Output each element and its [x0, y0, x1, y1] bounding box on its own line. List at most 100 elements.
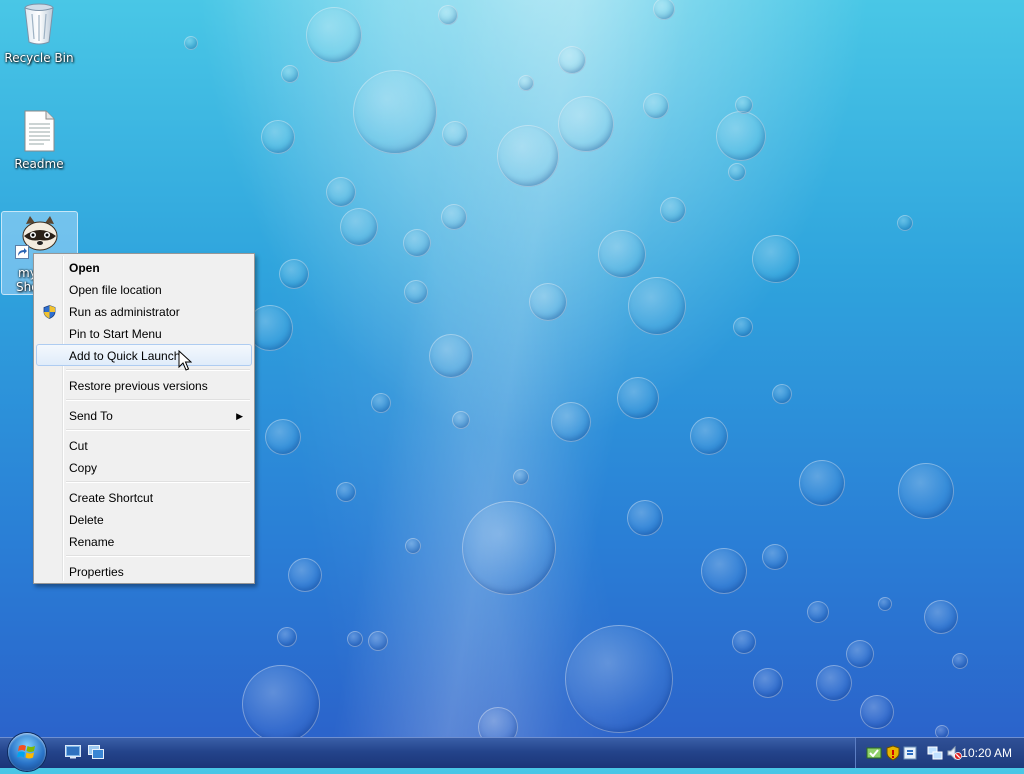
context-menu: Open Open file location Run as administr…: [33, 253, 255, 584]
recycle-bin-icon: [24, 3, 54, 45]
menu-item-label: Restore previous versions: [69, 379, 208, 393]
bubble: [281, 65, 299, 83]
menu-item-label: Rename: [69, 535, 115, 549]
menu-item-delete[interactable]: Delete: [36, 508, 252, 530]
bubble: [799, 460, 845, 506]
bubble: [558, 96, 614, 152]
menu-item-rename[interactable]: Rename: [36, 530, 252, 552]
bubble: [716, 111, 766, 161]
bubble: [643, 93, 669, 119]
bubble: [340, 208, 378, 246]
bubble: [441, 204, 467, 230]
volume-muted-icon[interactable]: [946, 745, 962, 761]
bubble: [952, 653, 968, 669]
submenu-arrow-icon: ▶: [236, 411, 243, 421]
menu-item-label: Delete: [69, 513, 104, 527]
taskbar-clock[interactable]: 10:20 AM: [961, 738, 1012, 768]
bubble: [405, 538, 421, 554]
text-document-icon: [24, 110, 55, 152]
bubble: [732, 630, 756, 654]
menu-separator: [36, 426, 252, 434]
menu-item-label: Cut: [69, 439, 88, 453]
bubble: [403, 229, 431, 257]
bubble: [816, 665, 852, 701]
menu-item-run-as-administrator[interactable]: Run as administrator: [36, 300, 252, 322]
network-connection-icon[interactable]: [927, 745, 943, 761]
bubble: [288, 558, 322, 592]
bubble: [336, 482, 356, 502]
bubble: [404, 280, 428, 304]
menu-item-label: Send To: [69, 409, 113, 423]
desktop-icon-label: Recycle Bin: [4, 51, 74, 65]
menu-item-open-file-location[interactable]: Open file location: [36, 278, 252, 300]
bubble: [660, 197, 686, 223]
bubble: [617, 377, 659, 419]
menu-separator: [36, 552, 252, 560]
bubble: [277, 627, 297, 647]
bubble: [265, 419, 301, 455]
bubble: [878, 597, 892, 611]
menu-item-restore-previous-versions[interactable]: Restore previous versions: [36, 374, 252, 396]
bubble: [452, 411, 470, 429]
desktop-icon-readme[interactable]: Readme: [2, 110, 76, 174]
switch-windows-icon[interactable]: [88, 745, 104, 759]
desktop-icon-label: Readme: [14, 157, 64, 171]
bubble: [598, 230, 646, 278]
security-shield-icon[interactable]: [885, 745, 901, 761]
bubble: [627, 500, 663, 536]
bubble: [735, 96, 753, 114]
bubble: [529, 283, 567, 321]
bubble: [860, 695, 894, 729]
menu-item-add-to-quick-launch[interactable]: Add to Quick Launch: [36, 344, 252, 366]
menu-item-label: Properties: [69, 565, 124, 579]
bubble: [897, 215, 913, 231]
bubble: [442, 121, 468, 147]
bubble: [438, 5, 458, 25]
windows-update-icon[interactable]: [902, 745, 918, 761]
menu-item-copy[interactable]: Copy: [36, 456, 252, 478]
bubble: [279, 259, 309, 289]
bubble: [551, 402, 591, 442]
bubble: [924, 600, 958, 634]
menu-item-label: Run as administrator: [69, 305, 180, 319]
bubble: [653, 0, 675, 20]
bubble: [261, 120, 295, 154]
bubble: [628, 277, 686, 335]
menu-item-pin-to-start-menu[interactable]: Pin to Start Menu: [36, 322, 252, 344]
mouse-pointer-icon: [178, 350, 192, 371]
menu-item-label: Pin to Start Menu: [69, 327, 162, 341]
bubble: [306, 7, 362, 63]
bubble: [565, 625, 673, 733]
bubble: [701, 548, 747, 594]
menu-item-open[interactable]: Open: [36, 256, 252, 278]
bubble: [898, 463, 954, 519]
menu-item-label: Open file location: [69, 283, 162, 297]
bubble: [242, 665, 320, 743]
menu-separator: [36, 366, 252, 374]
bubble: [690, 417, 728, 455]
menu-item-cut[interactable]: Cut: [36, 434, 252, 456]
show-desktop-icon[interactable]: [65, 745, 81, 759]
bubble: [326, 177, 356, 207]
menu-item-properties[interactable]: Properties: [36, 560, 252, 582]
start-button[interactable]: [8, 733, 46, 771]
bubble: [462, 501, 556, 595]
bubble: [558, 46, 586, 74]
bubble: [733, 317, 753, 337]
bubble: [772, 384, 792, 404]
desktop-icon-recycle-bin[interactable]: Recycle Bin: [2, 2, 76, 70]
bubble: [753, 668, 783, 698]
bubble: [728, 163, 746, 181]
menu-item-label: Copy: [69, 461, 98, 475]
menu-item-send-to[interactable]: Send To ▶: [36, 404, 252, 426]
bubble: [429, 334, 473, 378]
network-status-icon[interactable]: [866, 745, 882, 761]
windows-logo-icon: [17, 745, 35, 759]
bubble: [807, 601, 829, 623]
menu-separator: [36, 478, 252, 486]
bubble: [368, 631, 388, 651]
uac-shield-icon: [43, 305, 56, 319]
menu-item-label: Open: [69, 261, 100, 275]
bubble: [513, 469, 529, 485]
menu-item-create-shortcut[interactable]: Create Shortcut: [36, 486, 252, 508]
